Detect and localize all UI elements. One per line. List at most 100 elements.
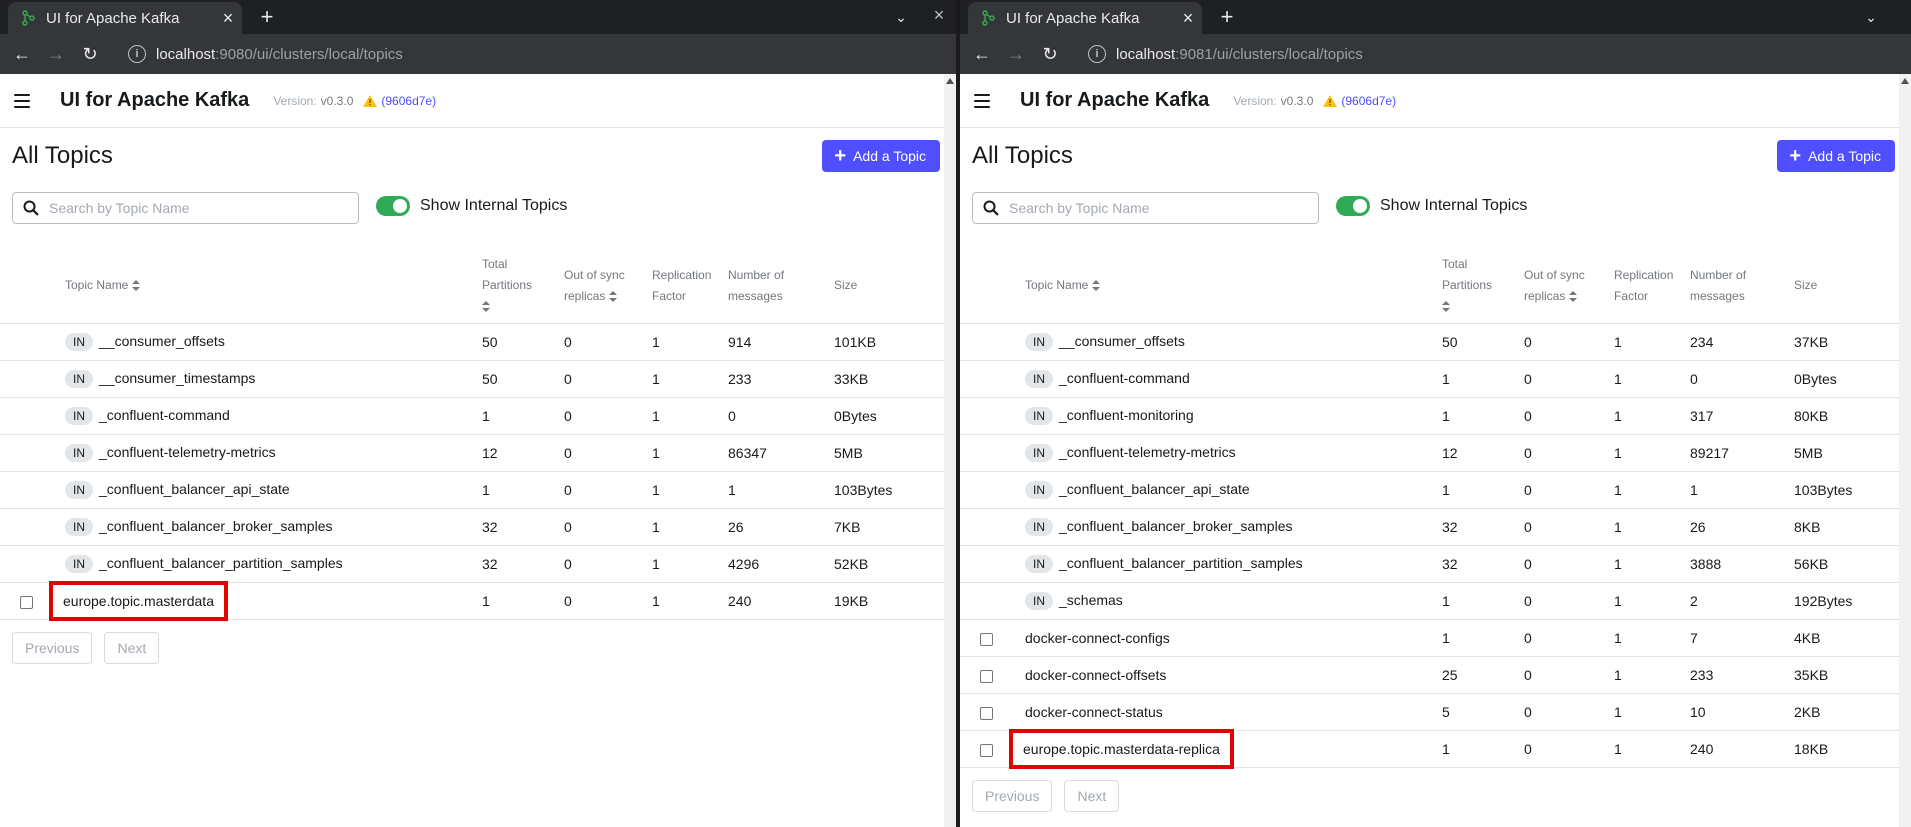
address-bar[interactable]: i localhost:9080/ui/clusters/local/topic…: [128, 39, 403, 69]
close-tab-icon[interactable]: ×: [214, 8, 242, 29]
table-row[interactable]: europe.topic.masterdata 1 0 1 240 19KB: [0, 581, 944, 621]
table-row[interactable]: IN _confluent_balancer_broker_samples 32 0 1…: [960, 508, 1899, 546]
table-row[interactable]: IN _confluent_balancer_api_state 1 0 1 1 103By…: [0, 471, 944, 509]
site-info-icon[interactable]: i: [1088, 45, 1106, 63]
internal-badge: IN: [65, 370, 93, 388]
browser-tab[interactable]: UI for Apache Kafka ×: [8, 2, 242, 34]
hamburger-menu-icon[interactable]: [974, 93, 990, 108]
search-input[interactable]: Search by Topic Name: [12, 192, 359, 224]
address-bar[interactable]: i localhost:9081/ui/clusters/local/topic…: [1088, 39, 1363, 69]
topic-name-link[interactable]: _confluent_balancer_api_state: [1059, 481, 1250, 497]
scroll-up-arrow-icon[interactable]: [946, 78, 954, 84]
topic-name-link[interactable]: _confluent-command: [99, 407, 230, 423]
previous-page-button[interactable]: Previous: [972, 780, 1053, 812]
table-row[interactable]: IN __consumer_offsets 50 0 1 914 101KB: [0, 323, 944, 361]
new-tab-icon[interactable]: +: [1214, 4, 1240, 30]
table-row[interactable]: IN _confluent_balancer_partition_samples 3…: [0, 545, 944, 583]
row-checkbox[interactable]: [980, 706, 993, 720]
toggle-switch[interactable]: [376, 196, 410, 216]
row-checkbox[interactable]: [20, 595, 33, 609]
reload-icon[interactable]: ↻: [1036, 40, 1064, 68]
forward-arrow-icon[interactable]: →: [1002, 40, 1030, 68]
next-page-button[interactable]: Next: [1064, 780, 1120, 812]
topic-name-link[interactable]: __consumer_timestamps: [99, 370, 255, 386]
row-checkbox[interactable]: [980, 632, 993, 646]
row-checkbox[interactable]: [980, 669, 993, 683]
app-title[interactable]: UI for Apache Kafka: [60, 89, 249, 112]
previous-page-button[interactable]: Previous: [12, 632, 93, 664]
topic-name-link[interactable]: _confluent_balancer_broker_samples: [1059, 518, 1292, 534]
browser-tab[interactable]: UI for Apache Kafka ×: [968, 2, 1202, 34]
show-internal-topics-toggle[interactable]: Show Internal Topics: [1336, 196, 1527, 216]
window-close-icon[interactable]: ×: [928, 4, 950, 26]
add-topic-button[interactable]: + Add a Topic: [1777, 140, 1895, 172]
topic-name-link[interactable]: _confluent_balancer_broker_samples: [99, 518, 332, 534]
topic-name-link[interactable]: _confluent-command: [1059, 370, 1190, 386]
topic-name-cell: IN _confluent_balancer_broker_samples: [65, 508, 482, 546]
header-out-of-sync-replicas[interactable]: Out of sync replicas: [564, 250, 652, 324]
back-arrow-icon[interactable]: ←: [968, 40, 996, 68]
table-row[interactable]: IN _confluent_balancer_broker_samples 32 0 1…: [0, 508, 944, 546]
topic-name-link[interactable]: _confluent_balancer_partition_samples: [1059, 555, 1303, 571]
topic-name-link[interactable]: __consumer_offsets: [99, 333, 225, 349]
commit-link[interactable]: (9606d7e): [381, 94, 436, 108]
table-row[interactable]: IN _confluent-telemetry-metrics 12 0 1 86347 5…: [0, 434, 944, 472]
internal-badge: IN: [1025, 407, 1053, 425]
table-row[interactable]: IN __consumer_offsets 50 0 1 234 37KB: [960, 323, 1899, 361]
topic-name-link[interactable]: _confluent-telemetry-metrics: [99, 444, 276, 460]
header-total-partitions[interactable]: Total Partitions: [1442, 250, 1524, 324]
topic-name-link[interactable]: europe.topic.masterdata: [63, 593, 214, 609]
topic-name-link[interactable]: _confluent-telemetry-metrics: [1059, 444, 1236, 460]
show-internal-topics-toggle[interactable]: Show Internal Topics: [376, 196, 567, 216]
table-row[interactable]: IN _confluent-monitoring 1 0 1 317 80KB: [960, 397, 1899, 435]
topic-name-link[interactable]: _schemas: [1059, 592, 1123, 608]
topic-name-link[interactable]: europe.topic.masterdata-replica: [1023, 741, 1220, 757]
header-topic-name[interactable]: Topic Name: [65, 250, 482, 324]
forward-arrow-icon[interactable]: →: [42, 40, 70, 68]
topic-name-link[interactable]: docker-connect-offsets: [1025, 667, 1166, 683]
internal-badge: IN: [1025, 370, 1053, 388]
topic-name-cell: europe.topic.masterdata-replica: [1009, 729, 1442, 769]
version-label: Version:: [1233, 93, 1277, 108]
table-row[interactable]: IN __consumer_timestamps 50 0 1 233 33KB: [0, 360, 944, 398]
scroll-up-arrow-icon[interactable]: [1901, 78, 1909, 84]
topic-name-link[interactable]: docker-connect-configs: [1025, 630, 1170, 646]
header-size: Size: [834, 250, 944, 324]
table-row[interactable]: docker-connect-offsets 25 0 1 233 35KB: [960, 656, 1899, 694]
app-title[interactable]: UI for Apache Kafka: [1020, 89, 1209, 112]
topic-name-link[interactable]: docker-connect-status: [1025, 704, 1163, 720]
sort-icon: [1569, 290, 1578, 302]
table-row[interactable]: IN _confluent_balancer_partition_samples 3…: [960, 545, 1899, 583]
toggle-switch[interactable]: [1336, 196, 1370, 216]
browser-window-left: UI for Apache Kafka × + ⌄ × ← → ↻ i loca…: [0, 0, 956, 827]
table-row[interactable]: IN _confluent_balancer_api_state 1 0 1 1 103By…: [960, 471, 1899, 509]
hamburger-menu-icon[interactable]: [14, 93, 30, 108]
reload-icon[interactable]: ↻: [76, 40, 104, 68]
topic-name-link[interactable]: _confluent-monitoring: [1059, 407, 1194, 423]
out-of-sync-cell: 0: [1524, 434, 1614, 472]
back-arrow-icon[interactable]: ←: [8, 40, 36, 68]
table-row[interactable]: europe.topic.masterdata-replica 1 0 1 240 18K…: [960, 729, 1899, 769]
topic-name-link[interactable]: _confluent_balancer_api_state: [99, 481, 290, 497]
header-topic-name[interactable]: Topic Name: [1025, 250, 1442, 324]
topic-name-link[interactable]: __consumer_offsets: [1059, 333, 1185, 349]
header-out-of-sync-replicas[interactable]: Out of sync replicas: [1524, 250, 1614, 324]
site-info-icon[interactable]: i: [128, 45, 146, 63]
add-topic-button[interactable]: + Add a Topic: [822, 140, 940, 172]
topic-name-link[interactable]: _confluent_balancer_partition_samples: [99, 555, 343, 571]
commit-link[interactable]: (9606d7e): [1341, 94, 1396, 108]
table-row[interactable]: IN _schemas 1 0 1 2 192Bytes: [960, 582, 1899, 620]
table-row[interactable]: IN _confluent-telemetry-metrics 12 0 1 89217 5…: [960, 434, 1899, 472]
close-tab-icon[interactable]: ×: [1174, 8, 1202, 29]
table-row[interactable]: docker-connect-status 5 0 1 10 2KB: [960, 693, 1899, 731]
table-row[interactable]: IN _confluent-command 1 0 1 0 0Bytes: [0, 397, 944, 435]
header-total-partitions[interactable]: Total Partitions: [482, 250, 564, 324]
table-row[interactable]: IN _confluent-command 1 0 1 0 0Bytes: [960, 360, 1899, 398]
row-checkbox[interactable]: [980, 743, 993, 757]
table-row[interactable]: docker-connect-configs 1 0 1 7 4KB: [960, 619, 1899, 657]
new-tab-icon[interactable]: +: [254, 4, 280, 30]
tab-search-chevron-icon[interactable]: ⌄: [890, 6, 912, 28]
tab-search-chevron-icon[interactable]: ⌄: [1860, 6, 1882, 28]
search-input[interactable]: Search by Topic Name: [972, 192, 1319, 224]
next-page-button[interactable]: Next: [104, 632, 160, 664]
